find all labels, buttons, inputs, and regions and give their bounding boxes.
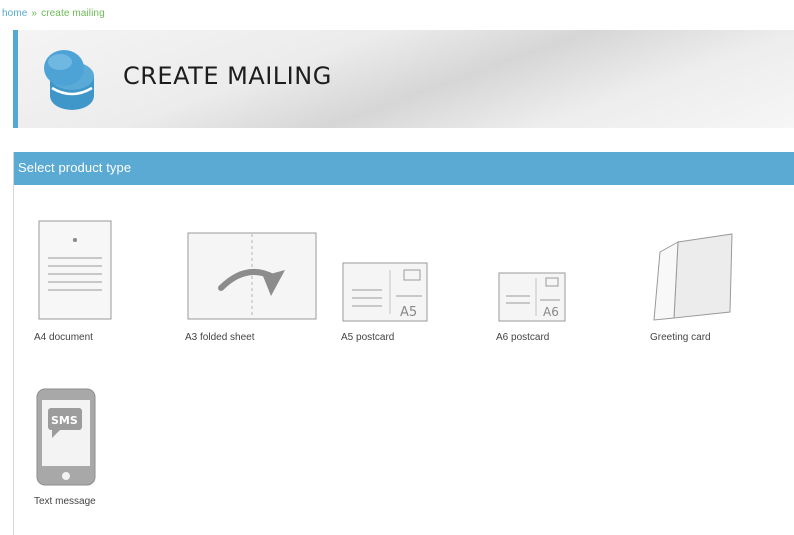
greeting-card-icon bbox=[653, 233, 733, 321]
product-label: A6 postcard bbox=[496, 332, 550, 343]
page-header-banner: CREATE MAILING bbox=[13, 30, 794, 128]
product-type-panel: Select product type A4 document A3 folde… bbox=[13, 152, 794, 535]
product-label: A4 document bbox=[34, 332, 93, 343]
product-a5-postcard[interactable]: A5 A5 postcard bbox=[339, 260, 439, 350]
product-label: Text message bbox=[34, 496, 96, 507]
postcard-size-text: A5 bbox=[400, 305, 417, 320]
product-a4-document[interactable]: A4 document bbox=[34, 218, 134, 348]
product-greeting-card[interactable]: Greeting card bbox=[648, 230, 758, 350]
breadcrumb: home » create mailing bbox=[2, 8, 105, 19]
product-label: A5 postcard bbox=[341, 332, 395, 343]
sms-badge-text: SMS bbox=[51, 414, 78, 427]
breadcrumb-home-link[interactable]: home bbox=[2, 8, 27, 19]
a6-postcard-icon: A6 bbox=[498, 272, 566, 322]
breadcrumb-current: create mailing bbox=[41, 8, 105, 19]
product-label: A3 folded sheet bbox=[185, 332, 255, 343]
product-a3-folded-sheet[interactable]: A3 folded sheet bbox=[185, 230, 325, 348]
postcard-size-text: A6 bbox=[543, 305, 559, 319]
a5-postcard-icon: A5 bbox=[342, 262, 428, 322]
breadcrumb-separator: » bbox=[31, 8, 38, 19]
product-a6-postcard[interactable]: A6 A6 postcard bbox=[494, 270, 594, 350]
stacked-coins-icon bbox=[44, 50, 94, 110]
a3-folded-sheet-icon bbox=[187, 232, 317, 320]
product-label: Greeting card bbox=[650, 332, 711, 343]
text-message-icon: SMS bbox=[36, 388, 96, 486]
panel-header: Select product type bbox=[14, 152, 794, 185]
a4-document-icon bbox=[38, 220, 112, 320]
product-text-message[interactable]: SMS Text message bbox=[34, 386, 144, 512]
page-title: CREATE MAILING bbox=[123, 62, 332, 90]
